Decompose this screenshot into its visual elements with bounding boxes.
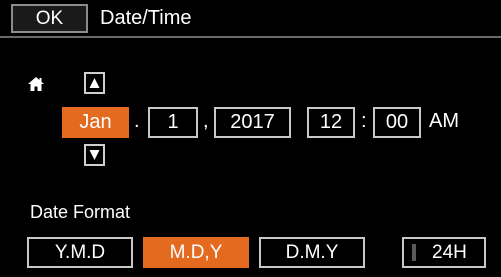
hour-minute-separator: : bbox=[361, 110, 367, 132]
down-arrow-icon bbox=[89, 150, 100, 160]
year-field[interactable]: 2017 bbox=[214, 107, 291, 138]
hour-field[interactable]: 12 bbox=[307, 107, 355, 138]
home-icon bbox=[28, 77, 44, 91]
decrement-button[interactable] bbox=[84, 144, 105, 166]
format-option-ymd[interactable]: Y.M.D bbox=[27, 237, 133, 268]
increment-button[interactable] bbox=[84, 72, 105, 94]
toggle-24h-label: 24H bbox=[432, 242, 467, 263]
up-arrow-icon bbox=[89, 78, 100, 88]
day-year-separator: , bbox=[203, 110, 209, 132]
month-field[interactable]: Jan bbox=[62, 107, 129, 138]
month-day-separator: . bbox=[134, 110, 140, 132]
day-field[interactable]: 1 bbox=[148, 107, 198, 138]
date-format-label: Date Format bbox=[30, 202, 131, 222]
format-option-dmy[interactable]: D.M.Y bbox=[259, 237, 365, 268]
am-pm-label: AM bbox=[429, 110, 459, 132]
date-time-screen: OK Date/Time Jan . 1 , 2017 12 : 00 AM D… bbox=[0, 0, 501, 277]
page-title: Date/Time bbox=[100, 7, 192, 29]
ok-button[interactable]: OK bbox=[11, 4, 88, 33]
minute-field[interactable]: 00 bbox=[373, 107, 421, 138]
toggle-24h-button[interactable]: 24H bbox=[402, 237, 486, 268]
format-option-mdy[interactable]: M.D,Y bbox=[143, 237, 249, 268]
title-bar: OK Date/Time bbox=[0, 0, 501, 38]
toggle-indicator bbox=[412, 244, 416, 261]
